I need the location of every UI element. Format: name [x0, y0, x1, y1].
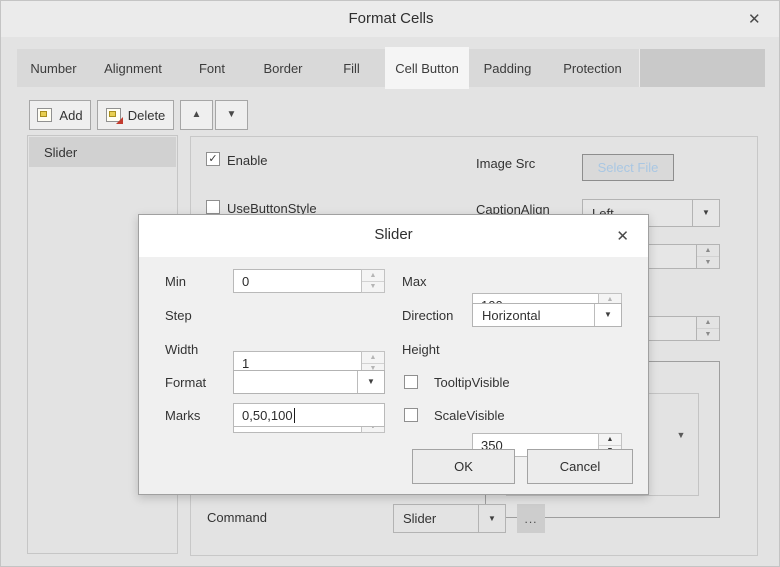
- move-up-icon: ▲: [192, 110, 202, 120]
- marks-value: 0,50,100: [242, 408, 293, 423]
- spin-up-button[interactable]: ▲: [697, 317, 719, 329]
- tab-protection[interactable]: Protection: [546, 49, 640, 87]
- spin-up-button[interactable]: ▲: [362, 270, 384, 282]
- spin-up-button[interactable]: ▲: [697, 245, 719, 257]
- min-spinner[interactable]: 0 ▲ ▼: [233, 269, 385, 293]
- dialog-close-icon[interactable]: ✕: [616, 227, 629, 245]
- format-label: Format: [165, 370, 206, 394]
- dialog-title: Slider: [139, 226, 648, 243]
- tab-alignment[interactable]: Alignment: [90, 49, 177, 87]
- text-caret: [294, 408, 295, 423]
- command-browse-button[interactable]: ...: [517, 504, 545, 533]
- format-dropdown[interactable]: ▼: [233, 370, 385, 394]
- tab-cell-button[interactable]: Cell Button: [385, 47, 469, 89]
- marks-label: Marks: [165, 403, 200, 427]
- min-label: Min: [165, 269, 186, 293]
- tooltipvisible-checkbox[interactable]: [404, 375, 418, 389]
- enable-checkbox[interactable]: ✓: [206, 152, 220, 166]
- select-file-button[interactable]: Select File: [582, 154, 674, 181]
- move-down-icon: ▼: [227, 110, 237, 120]
- format-cells-window: Format Cells ✕ Number Alignment Font Bor…: [0, 0, 780, 567]
- window-titlebar: Format Cells ✕: [1, 1, 780, 37]
- hidden-combo-arrow-icon: ▼: [671, 430, 691, 446]
- cancel-button[interactable]: Cancel: [527, 449, 633, 484]
- max-label: Max: [402, 269, 427, 293]
- spin-down-icon: ▼: [705, 259, 712, 266]
- usebuttonstyle-checkbox[interactable]: [206, 200, 220, 214]
- command-arrow: ▼: [478, 505, 505, 532]
- spin-up-icon: ▲: [370, 354, 377, 361]
- spin-up-button[interactable]: ▲: [362, 352, 384, 364]
- list-item-slider[interactable]: Slider: [29, 137, 176, 167]
- tab-fill[interactable]: Fill: [318, 49, 386, 87]
- command-value: Slider: [394, 511, 478, 526]
- spin-down-icon: ▼: [370, 283, 377, 290]
- spin-up-icon: ▲: [607, 296, 614, 303]
- tab-number[interactable]: Number: [17, 49, 91, 87]
- format-arrow: ▼: [357, 371, 384, 393]
- tab-font[interactable]: Font: [176, 49, 249, 87]
- direction-arrow: ▼: [594, 304, 621, 326]
- height-label: Height: [402, 337, 440, 361]
- spin-up-button[interactable]: ▲: [599, 434, 621, 446]
- add-button[interactable]: Add: [29, 100, 91, 130]
- direction-dropdown[interactable]: Horizontal ▼: [472, 303, 622, 327]
- spin-up-icon: ▲: [705, 319, 712, 326]
- marks-input[interactable]: 0,50,100: [233, 403, 385, 427]
- move-up-button[interactable]: ▲: [180, 100, 213, 130]
- enable-label: Enable: [227, 153, 267, 168]
- spin-down-button[interactable]: ▼: [697, 257, 719, 268]
- window-title: Format Cells: [1, 10, 780, 27]
- spin-up-icon: ▲: [370, 272, 377, 279]
- spin-down-button[interactable]: ▼: [362, 282, 384, 293]
- tab-border[interactable]: Border: [248, 49, 319, 87]
- spin-up-icon: ▲: [607, 436, 614, 443]
- move-down-button[interactable]: ▼: [215, 100, 248, 130]
- spin-down-button[interactable]: ▼: [697, 329, 719, 340]
- dialog-titlebar: Slider ✕: [139, 215, 648, 257]
- chevron-down-icon: ▼: [702, 209, 710, 217]
- caption-align-arrow: ▼: [692, 200, 719, 226]
- add-button-label: Add: [59, 108, 82, 123]
- image-src-label: Image Src: [476, 156, 535, 171]
- width-label: Width: [165, 337, 198, 361]
- check-icon: ✓: [208, 154, 217, 165]
- chevron-down-icon: ▼: [488, 515, 496, 523]
- direction-label: Direction: [402, 303, 453, 327]
- spin-down-icon: ▼: [705, 331, 712, 338]
- command-label: Command: [207, 510, 267, 525]
- step-label: Step: [165, 303, 192, 327]
- scalevisible-checkbox[interactable]: [404, 408, 418, 422]
- delete-button-label: Delete: [128, 108, 166, 123]
- direction-value: Horizontal: [473, 308, 594, 323]
- list-item-label: Slider: [44, 145, 77, 160]
- tooltipvisible-label: TooltipVisible: [434, 370, 510, 394]
- min-value[interactable]: 0: [233, 269, 362, 293]
- chevron-down-icon: ▼: [367, 378, 375, 386]
- command-dropdown[interactable]: Slider ▼: [393, 504, 506, 533]
- delete-button[interactable]: Delete: [97, 100, 174, 130]
- chevron-down-icon: ▼: [604, 311, 612, 319]
- spin-up-icon: ▲: [705, 247, 712, 254]
- window-close-icon[interactable]: ✕: [748, 10, 761, 28]
- delete-item-icon: [106, 108, 121, 122]
- ok-button[interactable]: OK: [412, 449, 515, 484]
- add-item-icon: [37, 108, 52, 122]
- slider-dialog: Slider ✕ Min 0 ▲ ▼ Max 100 ▲ ▼ Step 1 ▲: [138, 214, 649, 495]
- scalevisible-label: ScaleVisible: [434, 403, 505, 427]
- tab-padding[interactable]: Padding: [469, 49, 547, 87]
